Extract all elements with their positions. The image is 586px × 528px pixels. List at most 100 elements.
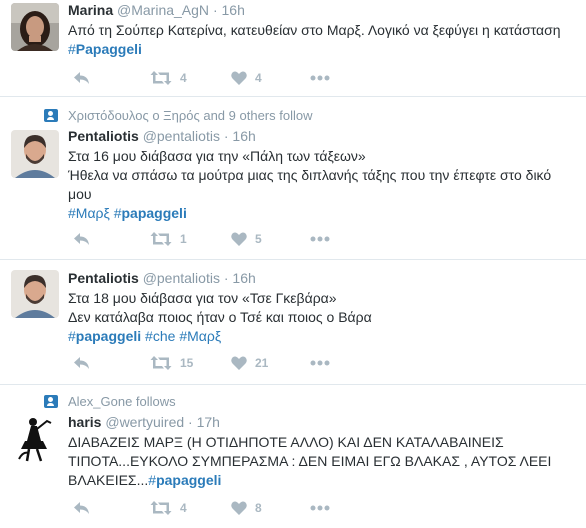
more-icon — [310, 75, 330, 81]
reply-button[interactable] — [73, 498, 91, 518]
tweet-actions: 15 21 — [68, 353, 368, 373]
reply-button[interactable] — [73, 68, 91, 88]
separator-dot: · — [212, 2, 218, 18]
more-button[interactable] — [310, 229, 330, 249]
heart-icon — [231, 232, 247, 246]
tweet-text: Στα 16 μου διάβασα για την «Πάλη των τάξ… — [68, 147, 578, 223]
avatar-pentaliotis[interactable] — [11, 270, 59, 318]
tweet[interactable]: Χριστόδουλος ο Ξηρός and 9 others follow… — [0, 97, 586, 260]
timestamp[interactable]: 16h — [232, 128, 255, 144]
retweet-count: 15 — [180, 356, 194, 370]
tweet-line: Δεν κατάλαβα ποιος ήταν ο Τσέ και ποιος … — [68, 309, 372, 325]
timestamp[interactable]: 16h — [232, 270, 255, 286]
separator-dot: · — [223, 270, 229, 286]
retweet-button[interactable]: 1 — [150, 229, 187, 249]
more-button[interactable] — [310, 68, 330, 88]
heart-icon — [231, 71, 247, 85]
reply-icon — [74, 72, 89, 84]
timestamp[interactable]: 17h — [197, 414, 220, 430]
timestamp[interactable]: 16h — [222, 2, 245, 18]
retweet-count: 4 — [180, 71, 187, 85]
retweet-button[interactable]: 15 — [150, 353, 193, 373]
username[interactable]: @pentaliotis — [143, 270, 220, 286]
separator-dot: · — [188, 414, 193, 430]
tweet[interactable]: Pentaliotis @pentaliotis · 16h Στα 18 μο… — [0, 260, 586, 385]
hashtag-link[interactable]: #Papaggeli — [68, 41, 142, 57]
like-count: 8 — [255, 501, 262, 515]
retweet-icon — [150, 356, 172, 370]
like-count: 4 — [255, 71, 262, 85]
username[interactable]: @pentaliotis — [143, 128, 220, 144]
more-icon — [310, 360, 330, 366]
display-name[interactable]: Pentaliotis — [68, 270, 139, 286]
follow-context-icon — [44, 109, 58, 122]
hashtag-link[interactable]: #Μαρξ — [68, 205, 110, 221]
separator-dot: · — [223, 128, 229, 144]
avatar-pentaliotis[interactable] — [11, 130, 59, 178]
retweet-button[interactable]: 4 — [150, 498, 187, 518]
follow-context: Alex_Gone follows — [44, 394, 176, 409]
heart-icon — [231, 356, 247, 370]
tweet-line: Από τη Σούπερ Κατερίνα, κατευθείαν στο Μ… — [68, 22, 561, 38]
tweet-text: Στα 18 μου διάβασα για τον «Τσε Γκεβάρα»… — [68, 289, 578, 346]
hashtag-line: #Μαρξ #papaggeli — [68, 204, 578, 223]
like-button[interactable]: 4 — [231, 68, 262, 88]
follow-context-text[interactable]: Χριστόδουλος ο Ξηρός and 9 others follow — [68, 108, 312, 123]
retweet-count: 1 — [180, 232, 187, 246]
display-name[interactable]: haris — [68, 414, 101, 430]
follow-context: Χριστόδουλος ο Ξηρός and 9 others follow — [44, 108, 312, 123]
tweet-line: Στα 18 μου διάβασα για τον «Τσε Γκεβάρα» — [68, 290, 337, 306]
follow-context-text[interactable]: Alex_Gone follows — [68, 394, 176, 409]
tweet-header: haris @wertyuired · 17h — [68, 414, 220, 430]
hashtag-link[interactable]: #Μαρξ — [179, 328, 221, 344]
display-name[interactable]: Marina — [68, 2, 113, 18]
reply-button[interactable] — [73, 229, 91, 249]
tweet-text: Από τη Σούπερ Κατερίνα, κατευθείαν στο Μ… — [68, 21, 578, 59]
tweet-actions: 1 5 — [68, 229, 368, 249]
tweet-line: Ήθελα να σπάσω τα μούτρα μιας της διπλαν… — [68, 167, 552, 202]
retweet-count: 4 — [180, 501, 187, 515]
tweet[interactable]: Marina @Marina_AgN · 16h Από τη Σούπερ Κ… — [0, 0, 586, 97]
username[interactable]: @wertyuired — [105, 414, 184, 430]
timeline: Marina @Marina_AgN · 16h Από τη Σούπερ Κ… — [0, 0, 586, 528]
avatar-haris[interactable] — [11, 415, 59, 463]
display-name[interactable]: Pentaliotis — [68, 128, 139, 144]
hashtag-line: #Papaggeli — [68, 40, 578, 59]
tweet-header: Pentaliotis @pentaliotis · 16h — [68, 128, 256, 144]
reply-button[interactable] — [73, 353, 91, 373]
avatar-marina[interactable] — [11, 3, 59, 51]
retweet-button[interactable]: 4 — [150, 68, 187, 88]
tweet-actions: 4 4 — [68, 68, 368, 88]
tweet-header: Pentaliotis @pentaliotis · 16h — [68, 270, 256, 286]
tweet-text: ΔΙΑΒΑΖΕΙΣ ΜΑΡΞ (Η ΟΤΙΔΗΠΟΤΕ ΑΛΛΟ) ΚΑΙ ΔΕ… — [68, 433, 578, 490]
like-count: 5 — [255, 232, 262, 246]
more-icon — [310, 505, 330, 511]
reply-icon — [74, 233, 89, 245]
hashtag-line: #papaggeli #che #Μαρξ — [68, 327, 578, 346]
retweet-icon — [150, 501, 172, 515]
tweet-line: ΤΙΠΟΤΑ...ΕΥΚΟΛΟ ΣΥΜΠΕΡΑΣΜΑ : ΔΕΝ ΕΙΜΑΙ Ε… — [68, 453, 552, 469]
more-button[interactable] — [310, 498, 330, 518]
reply-icon — [74, 502, 89, 514]
tweet-line: Στα 16 μου διάβασα για την «Πάλη των τάξ… — [68, 148, 366, 164]
like-button[interactable]: 5 — [231, 229, 262, 249]
retweet-icon — [150, 71, 172, 85]
hashtag-link[interactable]: #papaggeli — [68, 328, 141, 344]
hashtag-link[interactable]: #papaggeli — [148, 472, 221, 488]
more-button[interactable] — [310, 353, 330, 373]
like-button[interactable]: 21 — [231, 353, 268, 373]
hashtag-link[interactable]: #che — [145, 328, 175, 344]
more-icon — [310, 236, 330, 242]
tweet-actions: 4 8 — [68, 498, 368, 518]
like-count: 21 — [255, 356, 269, 370]
follow-context-icon — [44, 395, 58, 408]
tweet-line: ΒΛΑΚΕΙΕΣ...#papaggeli — [68, 472, 222, 488]
tweet-line: ΔΙΑΒΑΖΕΙΣ ΜΑΡΞ (Η ΟΤΙΔΗΠΟΤΕ ΑΛΛΟ) ΚΑΙ ΔΕ… — [68, 434, 504, 450]
tweet[interactable]: Alex_Gone follows haris @wertyuired · 17… — [0, 385, 586, 528]
reply-icon — [74, 357, 89, 369]
hashtag-link[interactable]: #papaggeli — [114, 205, 187, 221]
tweet-header: Marina @Marina_AgN · 16h — [68, 2, 245, 18]
username[interactable]: @Marina_AgN — [117, 2, 209, 18]
like-button[interactable]: 8 — [231, 498, 262, 518]
retweet-icon — [150, 232, 172, 246]
